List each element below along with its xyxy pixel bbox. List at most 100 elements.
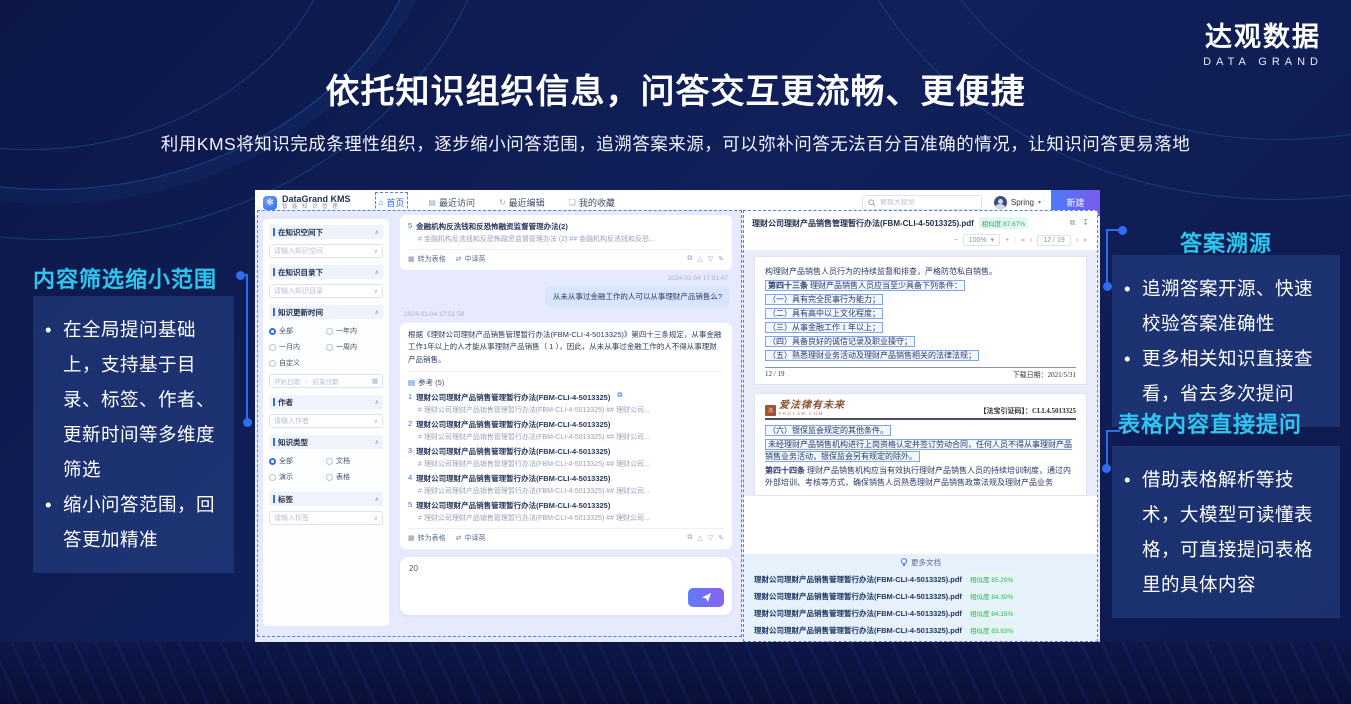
- download-icon[interactable]: ↧: [1082, 218, 1089, 228]
- send-icon: [701, 592, 712, 603]
- page-subtitle: 利用KMS将知识完成条理性组织，逐步缩小问答范围，追溯答案来源，可以弥补问答无法…: [0, 131, 1351, 156]
- reference-item[interactable]: 2理财公司理财产品销售管理暂行办法(FBM-CLI-4-5013325) # 理…: [408, 419, 724, 442]
- pdf-preview-region: 理财公司理财产品销售管理暂行办法(FBM-CLI-4-5013325).pdf …: [743, 210, 1098, 642]
- filter-space-header[interactable]: 在知识空间下 ∧: [269, 225, 383, 239]
- filter-catalog-header[interactable]: 在知识目录下 ∧: [269, 265, 383, 279]
- chat-input[interactable]: 20: [400, 557, 732, 615]
- type-radio-all[interactable]: 全部: [269, 456, 326, 466]
- last-page-button[interactable]: »: [1083, 237, 1087, 244]
- chevron-up-icon: ∧: [375, 269, 379, 276]
- filter-type-header[interactable]: 知识类型 ∧: [269, 435, 383, 449]
- date-range-input[interactable]: 开始日期 → 结束日期 ▦: [269, 374, 383, 388]
- send-button[interactable]: [688, 588, 724, 607]
- more-doc-row[interactable]: 理财公司理财产品销售管理暂行办法(FBM-CLI-4-5013325).pdf …: [754, 607, 1087, 619]
- type-radio-group: 全部 文档 演示 表格: [269, 453, 383, 485]
- type-radio-slides[interactable]: 演示: [269, 472, 326, 482]
- table-icon: ▦: [408, 534, 415, 542]
- zoom-in-button[interactable]: +: [1005, 237, 1009, 244]
- catalog-select[interactable]: 请输入知识目录 ∨: [269, 284, 383, 298]
- time-radio-custom[interactable]: 自定义: [269, 358, 326, 368]
- bullet-icon: •: [45, 487, 63, 557]
- translate-button[interactable]: ⇄中译英: [456, 254, 486, 264]
- connector-dot: [243, 418, 252, 427]
- copy-icon[interactable]: ⧉: [687, 534, 692, 542]
- callout-answer-trace-title: 答案溯源: [1112, 226, 1340, 258]
- first-page-button[interactable]: «: [1021, 237, 1025, 244]
- answer-bubble: 根据《理财公司理财产品销售管理暂行办法(FBM-CLI-4-5013325)》第…: [400, 323, 732, 549]
- translate-button[interactable]: ⇄中译英: [456, 533, 486, 543]
- page-title: 依托知识组织信息，问答交互更流畅、更便捷: [0, 64, 1351, 113]
- preview-icon[interactable]: ⧉: [617, 392, 622, 403]
- thumbs-up-icon[interactable]: △: [697, 255, 702, 263]
- favorites-icon: ❏: [569, 198, 576, 207]
- product-name-block: DataGrand KMS 智 能 知 识 管 理: [282, 195, 351, 211]
- document-icon: ▤: [408, 378, 415, 387]
- recent-visits-icon: ▤: [428, 198, 436, 207]
- user-question-bubble: 从未从事过金融工作的人可以从事理财产品销售么?: [545, 286, 730, 307]
- pdf-page-2: 法 爱法律有未来 PKULAW.COM 【法宝引证码】：CLI.4.501332…: [754, 393, 1087, 496]
- author-select[interactable]: 请输入作者 ∨: [269, 414, 383, 428]
- nav-home[interactable]: ⌂ 首页: [379, 196, 405, 209]
- filter-author-header[interactable]: 作者 ∧: [269, 395, 383, 409]
- chat-panel: 5 金融机构反洗钱和反恐怖融资监督管理办法(2) # 金融机构反洗钱和反恐怖融资…: [394, 213, 738, 634]
- pdf-item: （五）熟悉理财业务活动及理财产品销售相关的法律法规；: [765, 350, 1076, 362]
- global-search[interactable]: [862, 195, 982, 210]
- bullet-icon: •: [45, 312, 63, 487]
- tag-select[interactable]: 请输入标签 ∨: [269, 511, 383, 525]
- thumbs-down-icon[interactable]: ▽: [708, 534, 713, 542]
- prev-page-button[interactable]: ‹: [1030, 237, 1032, 244]
- space-select[interactable]: 请输入知识空间 ∨: [269, 244, 383, 258]
- time-radio-year[interactable]: 一年内: [326, 326, 383, 336]
- main-nav: ⌂ 首页 ▤ 最近访问 ↻ 最近编辑 ❏ 我的收藏: [379, 196, 615, 209]
- reference-item[interactable]: 3理财公司理财产品销售管理暂行办法(FBM-CLI-4-5013325) # 理…: [408, 446, 724, 469]
- pdf-page-1: 构理财产品销售人员行为的持续监督和排查，严格防范私自销售。 第四十三条 理财产品…: [754, 256, 1087, 385]
- user-menu[interactable]: Spring ▾: [994, 196, 1041, 209]
- filter-chat-region: 在知识空间下 ∧ 请输入知识空间 ∨ 在知识目录下 ∧ 请输入知识目录 ∨: [257, 210, 742, 637]
- more-docs-label: 更多文档: [754, 557, 1087, 568]
- connector-dot: [1102, 464, 1111, 473]
- to-table-button[interactable]: ▦转为表格: [408, 254, 446, 264]
- time-radio-month[interactable]: 一月内: [269, 342, 326, 352]
- next-page-button[interactable]: ›: [1076, 237, 1078, 244]
- more-doc-row[interactable]: 理财公司理财产品销售管理暂行办法(FBM-CLI-4-5013325).pdf …: [754, 624, 1087, 636]
- similarity-badge: 相似度 84.30%: [967, 590, 1016, 602]
- pdf-item: （四）具备良好的诚信记录及职业操守；: [765, 336, 1076, 348]
- question-timestamp: 2024-01-04 17:51:47: [404, 275, 728, 282]
- pkulaw-seal-icon: 法: [765, 405, 776, 416]
- thumbs-up-icon[interactable]: △: [697, 534, 702, 542]
- reference-item[interactable]: 5理财公司理财产品销售管理暂行办法(FBM-CLI-4-5013325) # 理…: [408, 500, 724, 523]
- callout-left-bullet: •在全局提问基础上，支持基于目录、标签、作者、更新时间等多维度筛选: [45, 312, 222, 487]
- edit-icon[interactable]: ✎: [718, 534, 724, 542]
- search-input[interactable]: [880, 199, 970, 206]
- type-radio-table[interactable]: 表格: [326, 472, 383, 482]
- type-radio-doc[interactable]: 文档: [326, 456, 383, 466]
- chat-input-value: 20: [409, 564, 418, 573]
- copy-icon[interactable]: ⧉: [687, 255, 692, 263]
- page-number-input[interactable]: 12 / 19: [1037, 235, 1070, 246]
- reference-item[interactable]: 1理财公司理财产品销售管理暂行办法(FBM-CLI-4-5013325)⧉ # …: [408, 392, 724, 415]
- edit-icon[interactable]: ✎: [718, 255, 724, 263]
- select-arrow-icon: ∨: [374, 418, 378, 425]
- time-radio-all[interactable]: 全部: [269, 326, 326, 336]
- to-table-button[interactable]: ▦转为表格: [408, 533, 446, 543]
- pdf-pages: 构理财产品销售人员行为的持续监督和排查，严格防范私自销售。 第四十三条 理财产品…: [744, 250, 1097, 496]
- thumbs-down-icon[interactable]: ▽: [708, 255, 713, 263]
- more-doc-row[interactable]: 理财公司理财产品销售管理暂行办法(FBM-CLI-4-5013325).pdf …: [754, 590, 1087, 602]
- nav-favorites[interactable]: ❏ 我的收藏: [569, 196, 615, 209]
- time-radio-group: 全部 一年内 一月内 一周内 自定义: [269, 323, 383, 371]
- more-doc-row[interactable]: 理财公司理财产品销售管理暂行办法(FBM-CLI-4-5013325).pdf …: [754, 573, 1087, 585]
- open-window-icon[interactable]: ⧉: [1070, 218, 1076, 228]
- table-icon: ▦: [408, 255, 415, 263]
- nav-recent-visits[interactable]: ▤ 最近访问: [428, 196, 475, 209]
- pdf-item: （三）从事金融工作 1 年以上；: [765, 322, 1076, 334]
- filter-time-header[interactable]: 知识更新时间 ∧: [269, 305, 383, 319]
- zoom-out-button[interactable]: −: [954, 237, 958, 244]
- reference-item[interactable]: 4理财公司理财产品销售管理暂行办法(FBM-CLI-4-5013325) # 理…: [408, 473, 724, 496]
- pdf-item: （六）银保监会规定的其他条件。: [765, 425, 1076, 437]
- home-icon: ⌂: [379, 198, 384, 207]
- filter-tag-header[interactable]: 标签 ∧: [269, 492, 383, 506]
- pdf-item: （一）具有完全民事行为能力；: [765, 294, 1076, 306]
- nav-recent-edits[interactable]: ↻ 最近编辑: [499, 196, 545, 209]
- time-radio-week[interactable]: 一周内: [326, 342, 383, 352]
- zoom-level-select[interactable]: 100% ▾: [963, 234, 1000, 246]
